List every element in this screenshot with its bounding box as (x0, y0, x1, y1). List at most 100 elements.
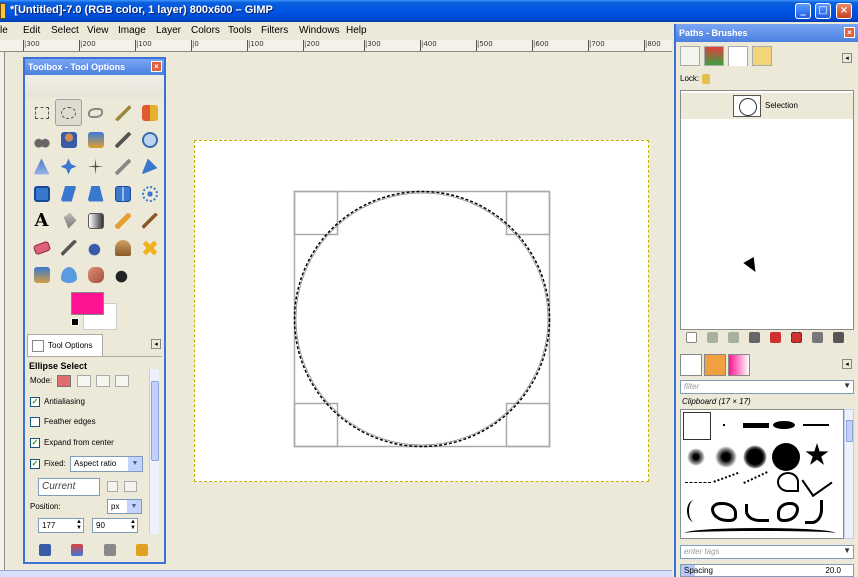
scrollbar-thumb[interactable] (846, 420, 853, 442)
text-tool-icon[interactable]: A (28, 207, 55, 234)
airbrush-tool-icon[interactable] (55, 234, 82, 261)
close-button[interactable]: × (836, 3, 852, 19)
expand-row[interactable]: ✓ Expand from center (30, 438, 114, 448)
maximize-button[interactable]: □ (815, 3, 831, 19)
tab-patterns[interactable] (704, 354, 726, 376)
mode-intersect-button[interactable] (115, 375, 130, 387)
perspective-clone-tool-icon[interactable] (28, 261, 55, 288)
brush-arrow-1[interactable] (713, 471, 743, 495)
fuzzy-select-tool-icon[interactable] (109, 99, 136, 126)
brush-fuzzy-2[interactable] (715, 446, 737, 468)
rotate-tool-icon[interactable] (136, 153, 163, 180)
raise-path-icon[interactable] (707, 332, 718, 343)
path-to-selection-icon[interactable] (770, 332, 781, 343)
brush-swirl-1[interactable] (687, 500, 701, 522)
paths-tab-menu-icon[interactable]: ◂ (842, 53, 852, 63)
dodge-burn-tool-icon[interactable] (109, 261, 136, 288)
expand-checkbox[interactable]: ✓ (30, 438, 40, 448)
brush-pixel[interactable] (723, 424, 725, 426)
color-select-tool-icon[interactable] (136, 99, 163, 126)
smudge-tool-icon[interactable] (82, 261, 109, 288)
color-picker-tool-icon[interactable] (109, 126, 136, 153)
paintbrush-tool-icon[interactable] (136, 207, 163, 234)
brush-dashed[interactable] (685, 482, 711, 483)
ink-tool-icon[interactable] (82, 234, 109, 261)
paths-tool-icon[interactable] (82, 126, 109, 153)
brush-swirl-4[interactable] (777, 502, 799, 522)
scale-tool-icon[interactable] (28, 180, 55, 207)
tab-brushes[interactable] (680, 354, 702, 376)
zoom-tool-icon[interactable] (136, 126, 163, 153)
menu-colors[interactable]: Colors (191, 25, 220, 36)
landscape-icon[interactable] (124, 481, 137, 492)
brush-circle-hard[interactable] (772, 443, 800, 471)
brush-row-partial[interactable] (685, 528, 835, 538)
eraser-tool-icon[interactable] (28, 234, 55, 261)
tab-tool-options[interactable]: Tool Options (27, 334, 103, 356)
horizontal-ruler[interactable]: |300 |200 |100 |0 |100 |200 |300 |400 |5… (0, 40, 672, 52)
brushes-tab-menu-icon[interactable]: ◂ (842, 359, 852, 369)
spin-arrows-icon[interactable]: ▲ ▼ (130, 519, 136, 531)
heal-tool-icon[interactable] (136, 234, 163, 261)
menu-image[interactable]: Image (118, 25, 146, 36)
fixed-checkbox[interactable]: ✓ (30, 459, 40, 469)
move-tool-icon[interactable] (55, 153, 82, 180)
delete-path-icon[interactable] (833, 332, 844, 343)
feather-checkbox[interactable] (30, 417, 40, 427)
duplicate-path-icon[interactable] (749, 332, 760, 343)
tool-options-scrollbar[interactable] (149, 369, 159, 534)
menu-select[interactable]: Select (51, 25, 79, 36)
menu-edit[interactable]: Edit (23, 25, 40, 36)
delete-options-icon[interactable] (104, 544, 116, 556)
current-ratio-field[interactable]: Current (38, 478, 100, 496)
brush-curly-arrow[interactable] (777, 472, 799, 492)
foreground-color-swatch[interactable] (71, 292, 104, 315)
brush-arrow-2[interactable] (743, 471, 773, 495)
mode-subtract-button[interactable] (95, 375, 110, 387)
menu-file[interactable]: le (0, 25, 8, 36)
brush-fuzzy-1[interactable] (687, 448, 705, 466)
brush-star[interactable] (805, 443, 829, 465)
pencil-tool-icon[interactable] (109, 207, 136, 234)
cage-transform-tool-icon[interactable] (136, 180, 163, 207)
free-select-tool-icon[interactable] (82, 99, 109, 126)
brush-swirl-3[interactable] (745, 504, 769, 522)
mode-add-button[interactable] (76, 375, 91, 387)
brush-block[interactable] (743, 423, 769, 428)
measure-tool-icon[interactable] (28, 153, 55, 180)
reset-options-icon[interactable] (136, 544, 148, 556)
position-x-input[interactable]: 177 ▲ ▼ (38, 518, 84, 533)
menu-windows[interactable]: Windows (299, 25, 340, 36)
tags-input[interactable]: enter tags ▼ (680, 545, 854, 559)
foreground-select-tool-icon[interactable] (55, 126, 82, 153)
brush-oval[interactable] (773, 421, 795, 429)
antialiasing-row[interactable]: ✓ Antialiasing (30, 397, 85, 407)
tab-menu-icon[interactable]: ◂ (151, 339, 161, 349)
brush-filter-dropdown[interactable]: filter ▼ (680, 380, 854, 394)
fixed-row[interactable]: ✓ Fixed: (30, 459, 66, 469)
lock-strokes-icon[interactable] (702, 74, 711, 84)
position-y-input[interactable]: 90 ▲ ▼ (92, 518, 138, 533)
ellipse-select-tool-icon[interactable] (55, 99, 82, 126)
lower-path-icon[interactable] (728, 332, 739, 343)
list-item[interactable]: Selection (681, 93, 853, 119)
dock-close-icon[interactable]: × (844, 27, 855, 38)
ellipse-selection-overlay[interactable] (290, 187, 555, 449)
crop-tool-icon[interactable] (109, 153, 136, 180)
brush-grid[interactable] (680, 409, 844, 539)
tab-paths[interactable] (728, 46, 748, 66)
brush-line[interactable] (803, 424, 829, 426)
gimp-app-icon[interactable] (0, 3, 6, 19)
shear-tool-icon[interactable] (55, 180, 82, 207)
menu-view[interactable]: View (87, 25, 109, 36)
spacing-slider[interactable]: Spacing 20.0 (680, 564, 854, 577)
fixed-mode-dropdown[interactable]: Aspect ratio ▼ (70, 456, 143, 472)
feather-row[interactable]: Feather edges (30, 417, 96, 427)
position-unit-dropdown[interactable]: px ▼ (107, 499, 142, 514)
wilber-drop-area[interactable] (25, 75, 164, 97)
restore-options-icon[interactable] (71, 544, 83, 556)
tab-undo-history[interactable] (752, 46, 772, 66)
brush-fuzzy-3[interactable] (743, 445, 767, 469)
rect-select-tool-icon[interactable] (28, 99, 55, 126)
mode-replace-button[interactable] (57, 375, 72, 387)
